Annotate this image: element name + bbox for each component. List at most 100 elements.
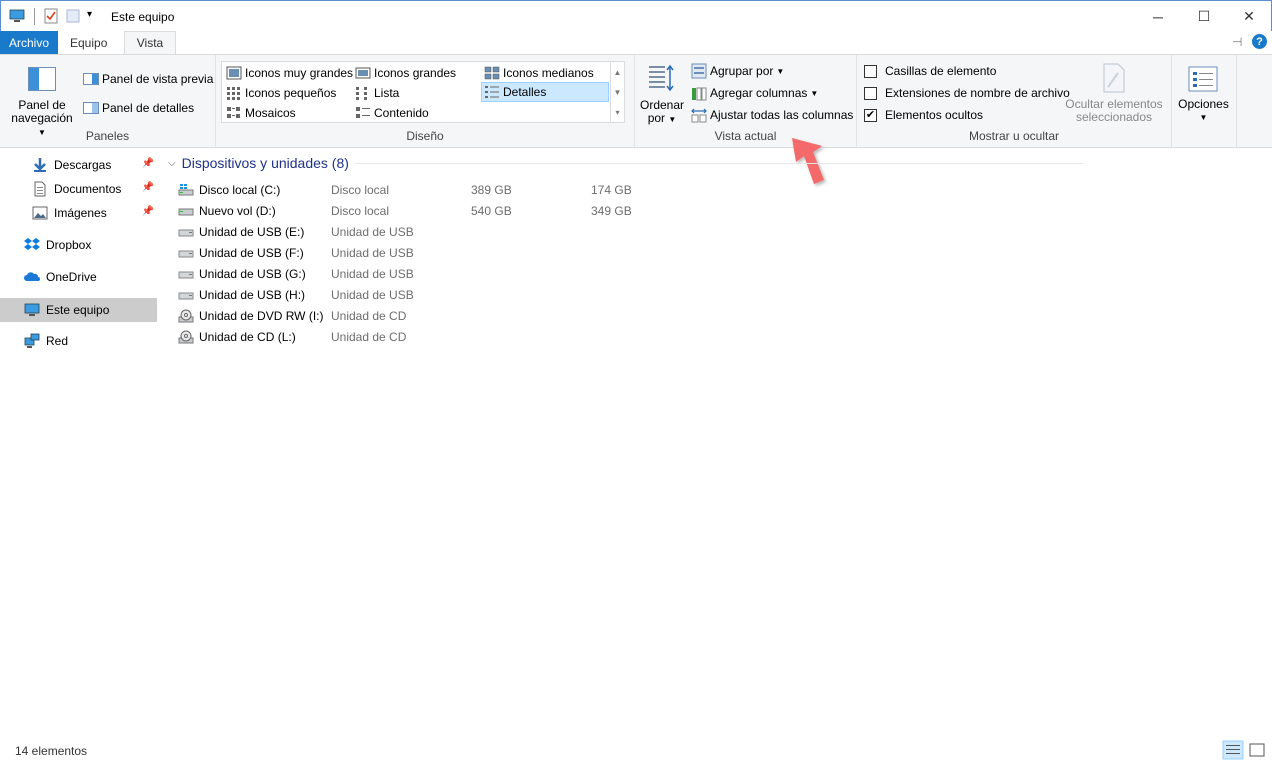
drive-name: Disco local (C:) [199,182,281,197]
properties-icon[interactable] [43,8,59,24]
pin-ribbon-icon[interactable]: ⊣ [1232,35,1242,49]
drive-name: Unidad de USB (G:) [199,266,306,281]
pin-icon[interactable]: 📌 [142,158,154,169]
sort-by-button[interactable]: Ordenar por ▼ [637,99,687,126]
nav-item-red[interactable]: Red [0,329,157,353]
fit-columns-button[interactable]: Ajustar todas las columnas [691,107,853,123]
add-columns-icon [692,87,707,101]
scroll-down-icon[interactable]: ▼ [611,82,624,102]
drive-total-size: 540 GB [471,203,512,218]
list-icon [356,87,367,100]
layout-label: Lista [374,86,400,100]
drive-row[interactable]: Disco local (C:) Disco local 389 GB 174 … [178,179,878,200]
details-pane-button[interactable]: Panel de detalles [83,100,194,116]
hide-selected-button[interactable]: Ocultar elementos seleccionados [1062,98,1166,124]
navigation-pane-icon[interactable] [28,67,56,91]
drive-row[interactable]: Unidad de DVD RW (I:) Unidad de CD [178,305,878,326]
pin-icon[interactable]: 📌 [142,182,154,193]
file-extensions-checkbox[interactable] [864,86,877,100]
new-folder-icon[interactable] [65,8,81,24]
help-icon[interactable]: ? [1252,34,1267,49]
item-checkboxes-checkbox[interactable] [864,64,877,78]
minimize-button[interactable]: ─ [1135,1,1181,32]
nav-item-dropbox[interactable]: Dropbox [0,233,157,257]
details-view-icon[interactable] [1222,740,1244,760]
layout-label: Iconos pequeños [245,86,337,100]
layout-details[interactable]: Detalles [481,82,609,102]
item-checkboxes-toggle[interactable]: Casillas de elemento [864,64,996,78]
nav-item-descargas[interactable]: Descargas 📌 [0,153,157,177]
tab-vista[interactable]: Vista [124,31,176,55]
hide-selected-label-2: seleccionados [1075,110,1153,124]
pin-icon[interactable]: 📌 [142,206,154,217]
expand-gallery-icon[interactable]: ▾ [611,102,624,122]
tab-equipo[interactable]: Equipo [58,31,119,54]
add-columns-button[interactable]: Agregar columnas ▼ [691,85,818,101]
tab-archivo[interactable]: Archivo [0,31,58,54]
nav-item-este-equipo[interactable]: Este equipo [0,298,157,322]
hard-drive-icon [178,208,194,215]
group-label-mostrar-ocultar: Mostrar u ocultar [968,129,1060,143]
separator [34,8,35,25]
sort-label-2: por [647,111,666,125]
layout-tiles[interactable]: Mosaicos [224,103,350,123]
group-header-devices[interactable]: ⌵ Dispositivos y unidades (8) [168,155,1083,171]
usb-drive-icon [178,250,194,257]
nav-item-imagenes[interactable]: Imágenes 📌 [0,201,157,225]
preview-pane-icon [83,73,99,85]
drive-row[interactable]: Unidad de USB (F:) Unidad de USB [178,242,878,263]
download-icon [34,158,46,172]
ribbon: Panel de navegación ▼ Panel de vista pre… [0,54,1272,148]
layout-medium-icons[interactable]: Iconos medianos [482,63,608,83]
network-icon [24,333,40,348]
hidden-items-checkbox[interactable]: ✔ [864,108,877,122]
group-divider [354,162,1083,164]
drive-name: Unidad de USB (E:) [199,224,305,239]
computer-icon[interactable] [9,8,25,24]
drive-row[interactable]: Unidad de CD (L:) Unidad de CD [178,326,878,347]
sort-by-icon[interactable] [648,64,674,94]
file-extensions-toggle[interactable]: Extensiones de nombre de archivo [864,86,1070,100]
close-button[interactable]: ✕ [1226,1,1272,32]
nav-item-documentos[interactable]: Documentos 📌 [0,177,157,201]
drive-free-space: 349 GB [591,203,632,218]
chevron-down-icon: ▼ [668,115,677,124]
drive-row[interactable]: Unidad de USB (H:) Unidad de USB [178,284,878,305]
tiles-icon [227,107,240,118]
drive-type: Unidad de USB [331,245,414,260]
layout-large-icons[interactable]: Iconos grandes [353,63,479,83]
options-button[interactable]: Opciones ▼ [1172,98,1235,124]
maximize-button[interactable]: ☐ [1181,1,1227,32]
group-by-button[interactable]: Agrupar por ▼ [691,63,784,79]
chevron-down-icon[interactable]: ⌵ [168,158,176,169]
nav-item-label: Este equipo [46,303,110,317]
scroll-up-icon[interactable]: ▲ [611,62,624,82]
preview-pane-label: Panel de vista previa [102,72,214,86]
gallery-scroll: ▲ ▼ ▾ [611,61,625,123]
nav-item-label: Imágenes [54,206,107,220]
hidden-items-toggle[interactable]: ✔ Elementos ocultos [864,108,983,122]
document-icon [34,181,46,197]
drive-row[interactable]: Unidad de USB (E:) Unidad de USB [178,221,878,242]
chevron-down-icon[interactable]: ▾ [87,9,103,25]
large-icons-view-icon[interactable] [1246,740,1268,760]
drive-total-size: 389 GB [471,182,512,197]
add-columns-label: Agregar columnas [710,86,808,100]
chevron-down-icon: ▼ [1199,113,1208,122]
options-icon[interactable] [1188,66,1218,92]
layout-extra-large-icons[interactable]: Iconos muy grandes [224,63,353,83]
preview-pane-button[interactable]: Panel de vista previa [83,71,213,87]
drive-row[interactable]: Nuevo vol (D:) Disco local 540 GB 349 GB [178,200,878,221]
drive-name: Unidad de DVD RW (I:) [199,308,324,323]
layout-small-icons[interactable]: Iconos pequeños [224,83,350,103]
drive-type: Disco local [331,182,390,197]
chevron-down-icon: ▼ [776,66,785,76]
details-pane-icon [83,102,99,114]
file-list: ⌵ Dispositivos y unidades (8) Disco loca… [168,149,1268,739]
fit-columns-icon [691,108,707,123]
drive-row[interactable]: Unidad de USB (G:) Unidad de USB [178,263,878,284]
nav-item-onedrive[interactable]: OneDrive [0,265,157,289]
layout-label: Detalles [503,85,547,99]
layout-list[interactable]: Lista [353,83,479,103]
layout-content[interactable]: Contenido [353,103,479,123]
